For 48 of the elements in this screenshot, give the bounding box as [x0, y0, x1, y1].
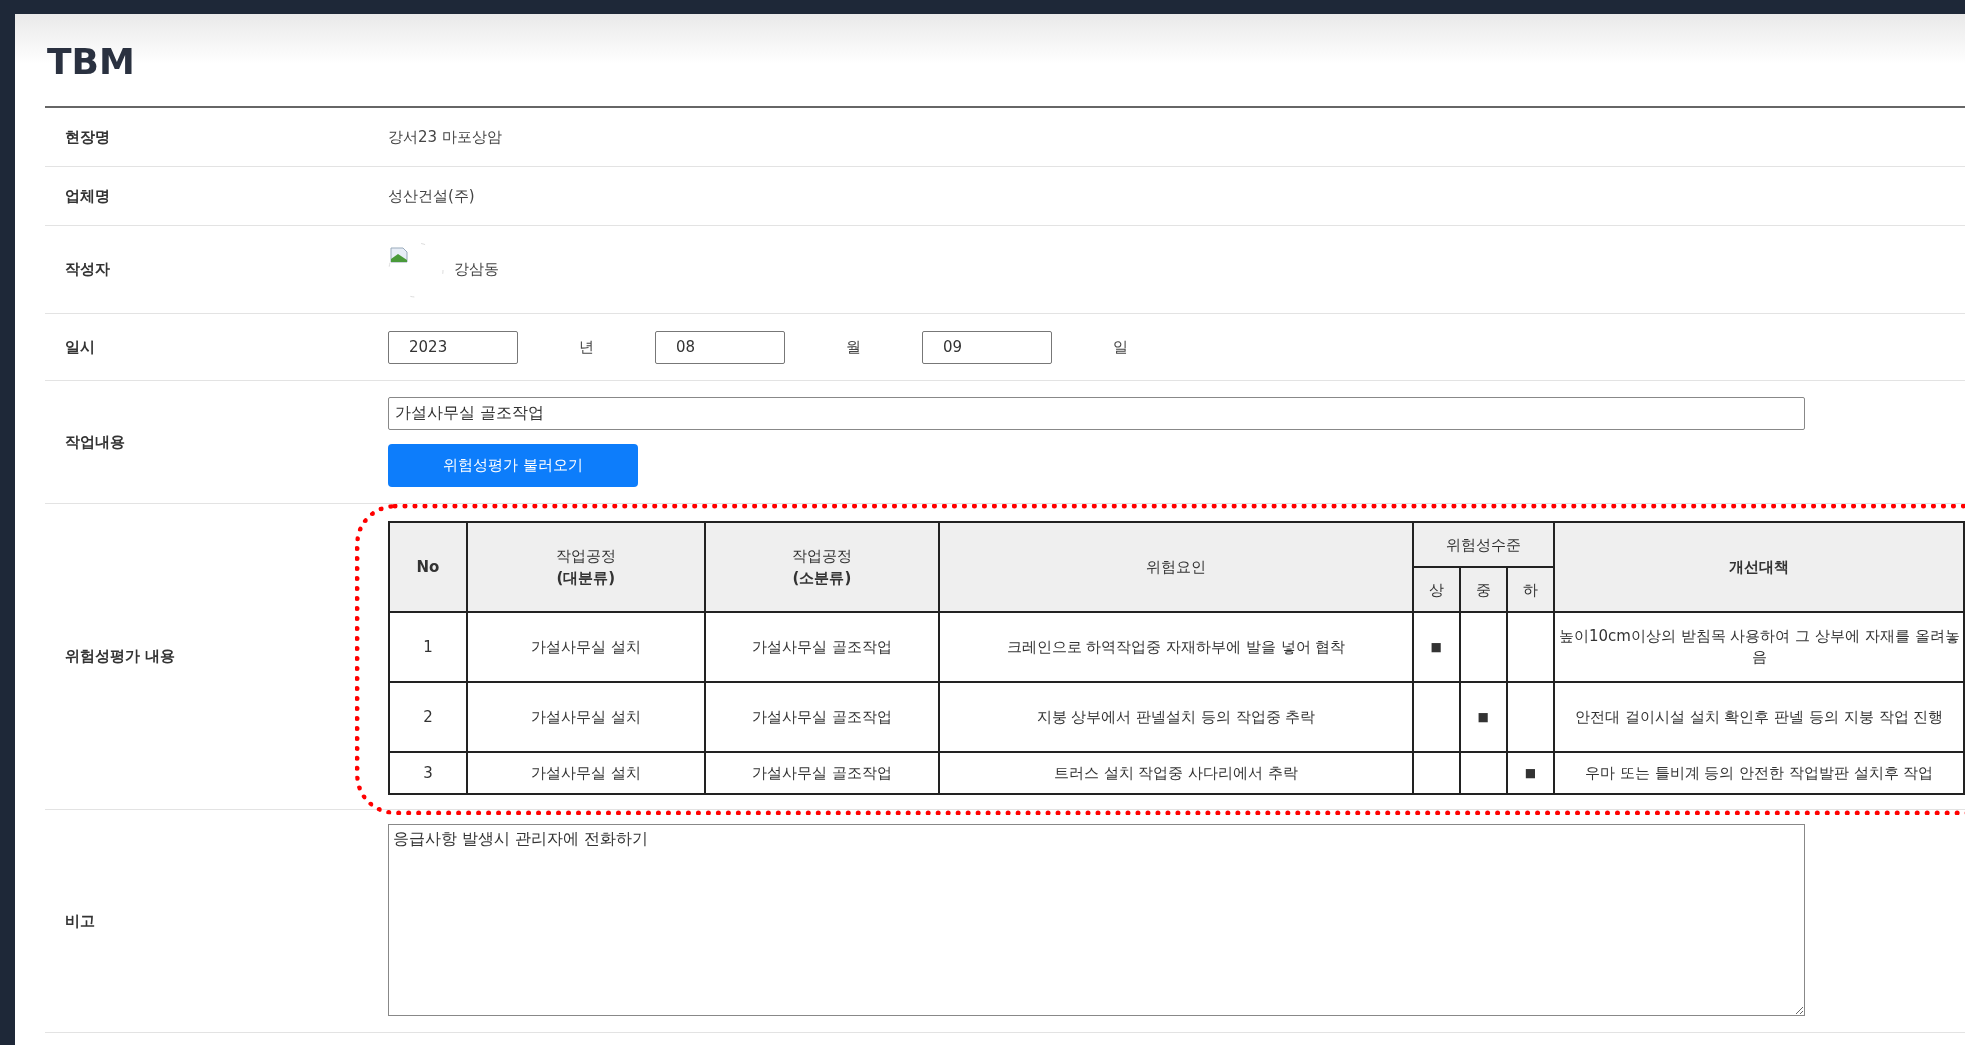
work-content-field[interactable]: 가설사무실 골조작업 — [388, 397, 1805, 430]
remarks-field[interactable]: 응급사항 발생시 관리자에 전화하기 — [388, 824, 1805, 1016]
month-unit: 월 — [845, 337, 862, 357]
table-cell: 가설사무실 설치 — [466, 752, 705, 794]
field-label: 위험성평가 내용 — [65, 647, 176, 666]
column-header: 작업공정 (소분류) — [704, 522, 940, 612]
month-field[interactable]: 08 — [655, 330, 785, 364]
field-label: 작성자 — [65, 260, 110, 279]
site-name: 강서23 마포상암 — [388, 127, 502, 147]
field-label: 비고 — [65, 911, 95, 931]
column-header: No — [389, 522, 467, 612]
column-header: 위험요인 — [939, 522, 1413, 612]
column-header: 개선대책 — [1554, 522, 1964, 612]
day-field[interactable]: 09 — [922, 330, 1052, 364]
field-label: 현장명 — [65, 127, 110, 147]
year-field[interactable]: 2023 — [388, 330, 518, 364]
year-unit: 년 — [578, 337, 595, 357]
field-label: 일시 — [65, 337, 95, 357]
company-name: 성산건설(주) — [388, 186, 475, 206]
day-unit: 일 — [1112, 337, 1129, 357]
author-name: 강삼동 — [454, 260, 499, 279]
column-header: 위험성수준 — [1412, 522, 1555, 567]
table-cell: 3 — [389, 752, 467, 794]
table-cell: 가설사무실 골조작업 — [704, 612, 940, 682]
table-cell: 1 — [389, 612, 467, 682]
table-cell: 높이10cm이상의 받침목 사용하여 그 상부에 자재를 올려놓음 — [1554, 612, 1964, 682]
risk-level-cell: ■ — [1459, 682, 1507, 752]
column-header: 상 — [1412, 567, 1460, 612]
column-header: 작업공정 (대분류) — [466, 522, 705, 612]
table-cell: 2 — [389, 682, 467, 752]
field-label: 업체명 — [65, 186, 110, 206]
table-cell: 안전대 걸이시설 설치 확인후 판넬 등의 지붕 작업 진행 — [1554, 682, 1964, 752]
broken-image-icon — [388, 241, 444, 298]
table-cell: 가설사무실 골조작업 — [704, 682, 940, 752]
table-cell: 트러스 설치 작업중 사다리에서 추락 — [939, 752, 1413, 794]
load-risk-assessment-button[interactable]: 위험성평가 불러오기 — [388, 444, 638, 487]
table-cell: 크레인으로 하역작업중 자재하부에 발을 넣어 협착 — [939, 612, 1413, 682]
field-label: 작업내용 — [65, 432, 125, 452]
risk-level-cell: ■ — [1506, 752, 1555, 794]
column-header: 하 — [1506, 567, 1555, 612]
table-cell: 가설사무실 설치 — [466, 612, 705, 682]
table-cell: 우마 또는 틀비계 등의 안전한 작업발판 설치후 작업 — [1554, 752, 1964, 794]
table-cell: 가설사무실 골조작업 — [704, 752, 940, 794]
page-title: TBM — [45, 14, 1965, 108]
table-cell: 가설사무실 설치 — [466, 682, 705, 752]
table-cell: 지붕 상부에서 판넬설치 등의 작업중 추락 — [939, 682, 1413, 752]
column-header: 중 — [1459, 567, 1507, 612]
risk-level-cell: ■ — [1412, 612, 1460, 682]
